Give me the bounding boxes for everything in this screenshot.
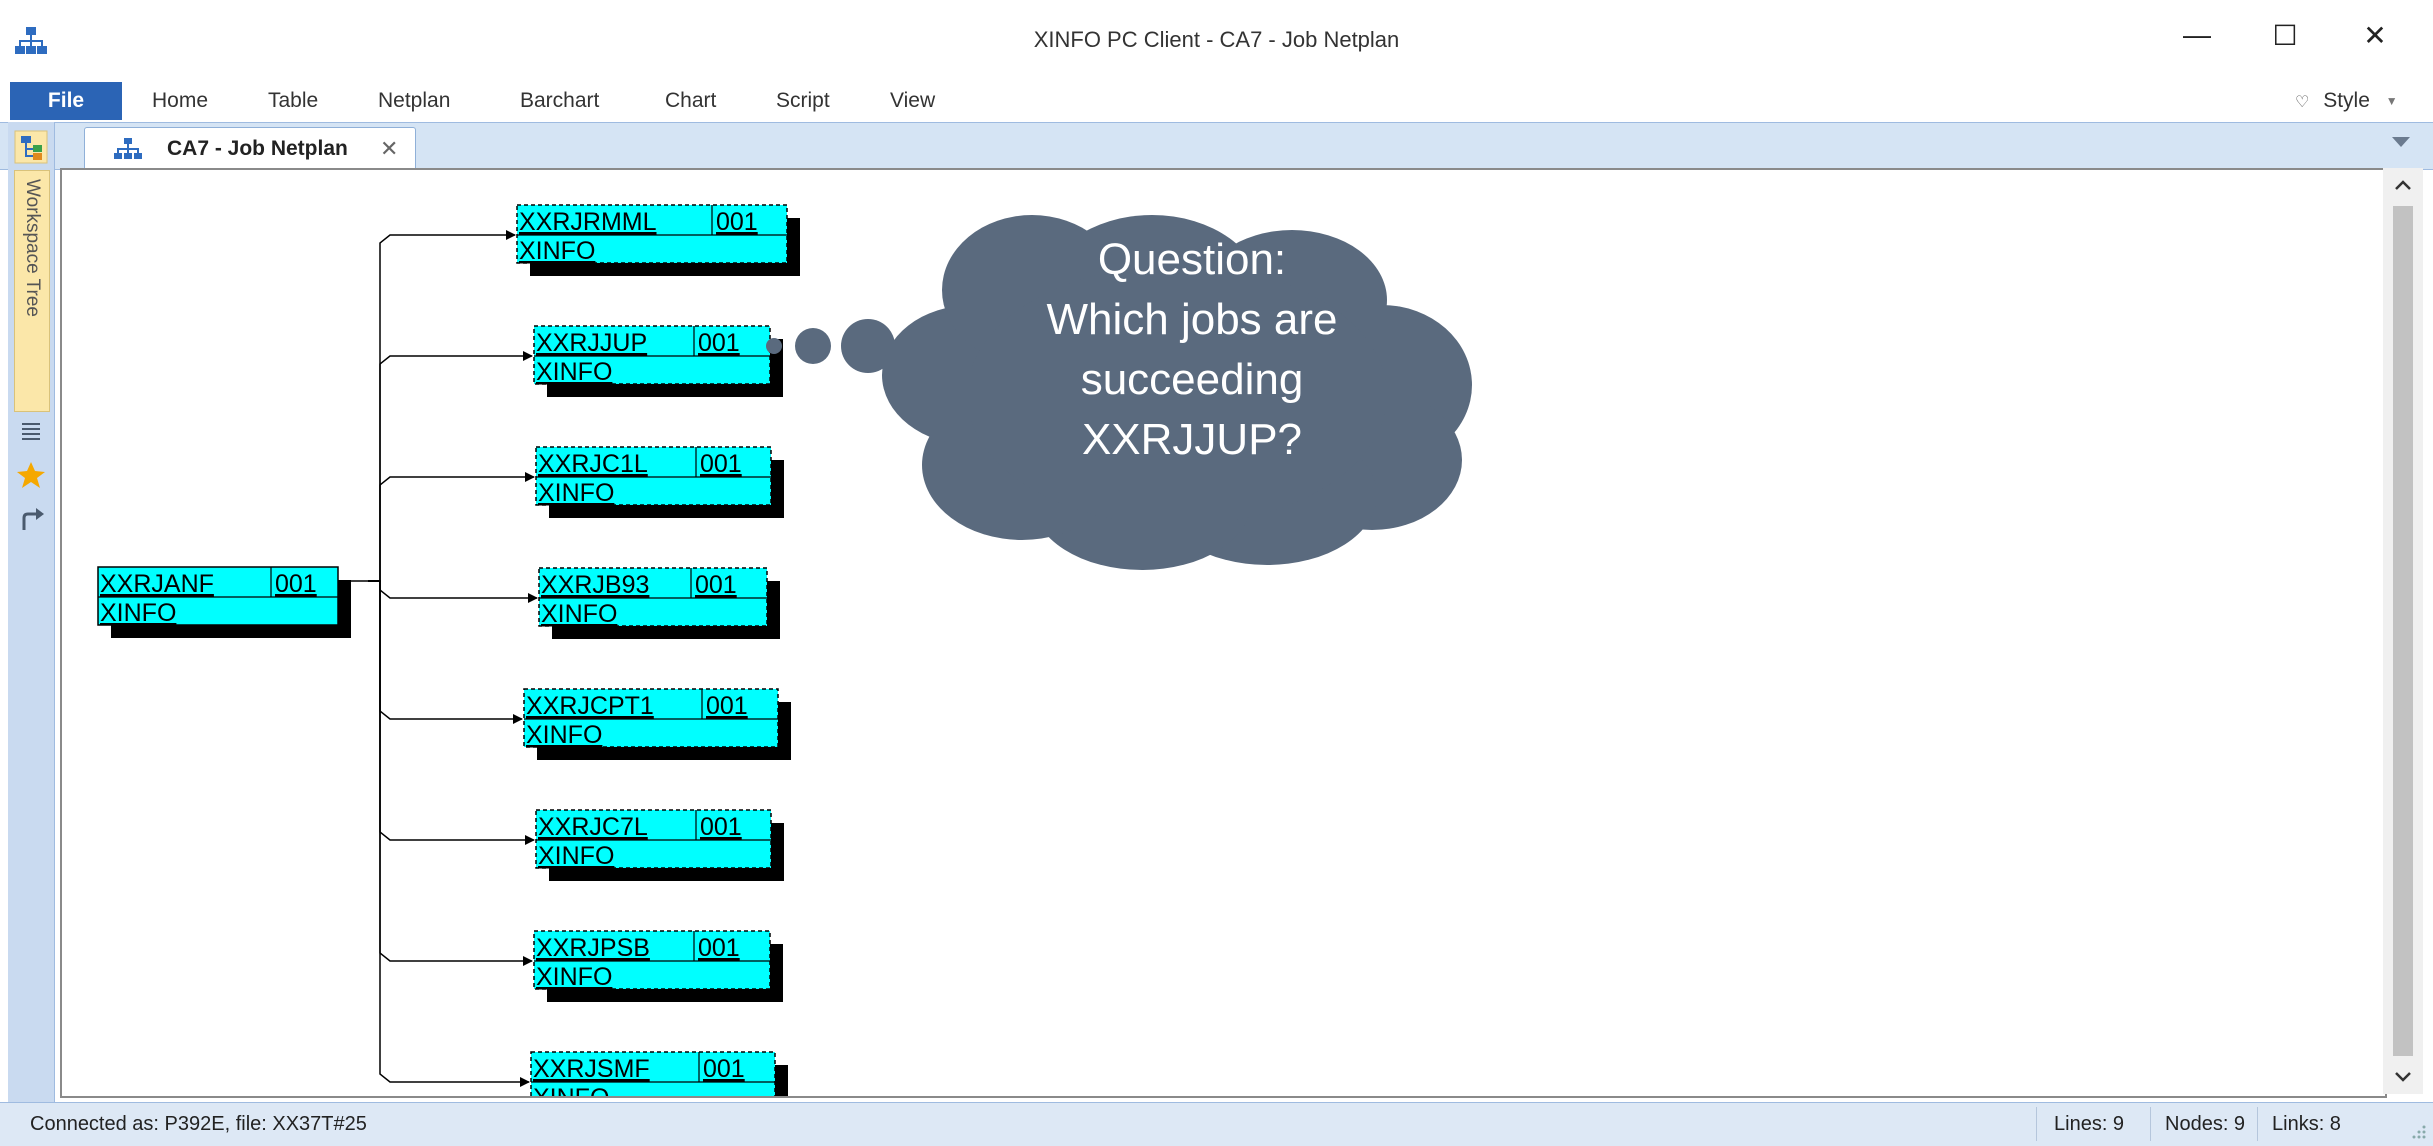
edge-line <box>368 580 530 1087</box>
job-name: XXRJSMF <box>533 1055 650 1083</box>
document-tab-strip: CA7 - Job Netplan ✕ <box>0 122 2433 170</box>
job-system: XINFO <box>533 1084 609 1096</box>
job-seq: 001 <box>275 570 317 598</box>
netplan-diagram: XXRJANF 001XINFOXXRJRMML 001XINFOXXRJJUP 00… <box>97 204 1472 1096</box>
job-seq: 001 <box>698 329 740 357</box>
edge-line <box>368 580 535 845</box>
job-name: XXRJJUP <box>536 329 647 357</box>
netplan-canvas[interactable]: XXRJANF 001 XINFO XXRJRMML 001 XINFO XXRJJUP 00… <box>60 168 2387 1098</box>
chevron-down-icon: ▼ <box>2385 94 2398 108</box>
callout-text: Question: <box>1098 235 1286 284</box>
heart-icon: ♡ <box>2295 94 2310 111</box>
job-name: XXRJCPT1 <box>526 692 654 720</box>
job-node[interactable]: XXRJJUP 001 XINFO <box>533 325 783 397</box>
left-sidebar: Workspace Tree <box>8 122 55 1102</box>
style-menu[interactable]: ♡ Style ▼ <box>2295 80 2398 122</box>
job-name: XXRJC1L <box>538 450 648 478</box>
list-icon[interactable] <box>14 414 48 448</box>
callout-text: succeeding <box>1081 355 1304 404</box>
job-node[interactable]: XXRJC1L 001 XINFO <box>535 446 784 518</box>
job-name: XXRJC7L <box>538 813 648 841</box>
thought-dot <box>766 338 782 354</box>
job-node[interactable]: XXRJRMML 001 XINFO <box>516 204 800 276</box>
job-seq: 001 <box>695 571 737 599</box>
edge-line <box>368 230 516 582</box>
job-system: XINFO <box>536 358 612 386</box>
connection-status: Connected as: P392E, file: XX37T#25 <box>30 1113 367 1135</box>
job-seq: 001 <box>716 208 758 236</box>
job-node[interactable]: XXRJANF 001 XINFO <box>97 566 351 638</box>
job-system: XINFO <box>519 237 595 265</box>
callout-text: Which jobs are <box>1046 295 1337 344</box>
style-label: Style <box>2323 89 2370 112</box>
job-nodes: XXRJANF 001XINFOXXRJRMML 001XINFOXXRJJUP 00… <box>97 204 800 1096</box>
status-divider <box>2036 1107 2037 1141</box>
job-node[interactable]: XXRJCPT1 001 XINFO <box>523 688 791 760</box>
tab-label: CA7 - Job Netplan <box>167 137 348 160</box>
sitemap-icon <box>114 138 142 159</box>
job-name: XXRJRMML <box>519 208 657 236</box>
edge-line <box>368 351 533 582</box>
ribbon-menu: File Home Table Netplan Barchart Chart S… <box>0 80 2433 122</box>
job-system: XINFO <box>541 600 617 628</box>
menu-table[interactable]: Table <box>268 80 318 122</box>
job-node[interactable]: XXRJB93 001 XINFO <box>538 567 780 639</box>
edge-line <box>368 580 523 724</box>
forward-arrow-icon[interactable] <box>14 502 48 536</box>
status-bar: Connected as: P392E, file: XX37T#25 Line… <box>0 1102 2433 1146</box>
job-system: XINFO <box>100 599 176 627</box>
job-name: XXRJB93 <box>541 571 649 599</box>
close-button[interactable]: ✕ <box>2330 0 2420 70</box>
status-divider <box>2257 1107 2258 1141</box>
menu-home[interactable]: Home <box>152 80 208 122</box>
file-tab[interactable]: File <box>10 82 122 120</box>
menu-chart[interactable]: Chart <box>665 80 716 122</box>
minimize-button[interactable]: — <box>2152 0 2242 70</box>
job-seq: 001 <box>703 1055 745 1083</box>
vertical-scrollbar[interactable] <box>2383 168 2423 1094</box>
job-node[interactable]: XXRJPSB 001 XINFO <box>533 930 783 1002</box>
thought-dot <box>795 328 831 364</box>
status-divider <box>2150 1107 2151 1141</box>
job-node[interactable]: XXRJSMF 001 XINFO <box>530 1051 788 1096</box>
menu-view[interactable]: View <box>890 80 935 122</box>
job-seq: 001 <box>700 813 742 841</box>
scroll-up-icon[interactable] <box>2383 168 2423 202</box>
workspace-tree-label: Workspace Tree <box>22 179 43 317</box>
star-icon[interactable] <box>14 458 48 492</box>
callout-text: XXRJJUP? <box>1082 415 1302 464</box>
tree-icon[interactable] <box>14 130 48 164</box>
tab-list-dropdown-icon[interactable] <box>2392 137 2410 147</box>
job-name: XXRJPSB <box>536 934 650 962</box>
resize-grip-icon[interactable] <box>2408 1121 2428 1141</box>
job-system: XINFO <box>538 842 614 870</box>
window-title: XINFO PC Client - CA7 - Job Netplan <box>1033 27 1400 52</box>
lines-count: Lines: 9 <box>2054 1113 2125 1135</box>
dependency-edges <box>338 230 538 1087</box>
menu-barchart[interactable]: Barchart <box>520 80 599 122</box>
close-tab-icon[interactable]: ✕ <box>380 128 398 170</box>
tab-job-netplan[interactable]: CA7 - Job Netplan ✕ <box>84 127 416 170</box>
maximize-button[interactable]: ☐ <box>2240 0 2330 70</box>
job-seq: 001 <box>706 692 748 720</box>
title-bar: XINFO PC Client - CA7 - Job Netplan — ☐ … <box>0 0 2433 80</box>
edge-line <box>368 580 538 603</box>
workspace-tree-panel[interactable]: Workspace Tree <box>14 170 50 412</box>
menu-script[interactable]: Script <box>776 80 830 122</box>
job-system: XINFO <box>538 479 614 507</box>
job-system: XINFO <box>536 963 612 991</box>
job-system: XINFO <box>526 721 602 749</box>
edge-line <box>368 580 533 966</box>
nodes-count: Nodes: 9 <box>2165 1113 2246 1135</box>
job-seq: 001 <box>700 450 742 478</box>
edge-line <box>368 472 535 582</box>
links-count: Links: 8 <box>2272 1113 2341 1135</box>
job-seq: 001 <box>698 934 740 962</box>
scroll-thumb[interactable] <box>2393 206 2413 1056</box>
menu-netplan[interactable]: Netplan <box>378 80 450 122</box>
question-callout: Question: Which jobs are succeeding XXRJJUP… <box>766 215 1472 570</box>
scroll-down-icon[interactable] <box>2383 1060 2423 1094</box>
job-node[interactable]: XXRJC7L 001 XINFO <box>535 809 784 881</box>
job-name: XXRJANF <box>100 570 214 598</box>
